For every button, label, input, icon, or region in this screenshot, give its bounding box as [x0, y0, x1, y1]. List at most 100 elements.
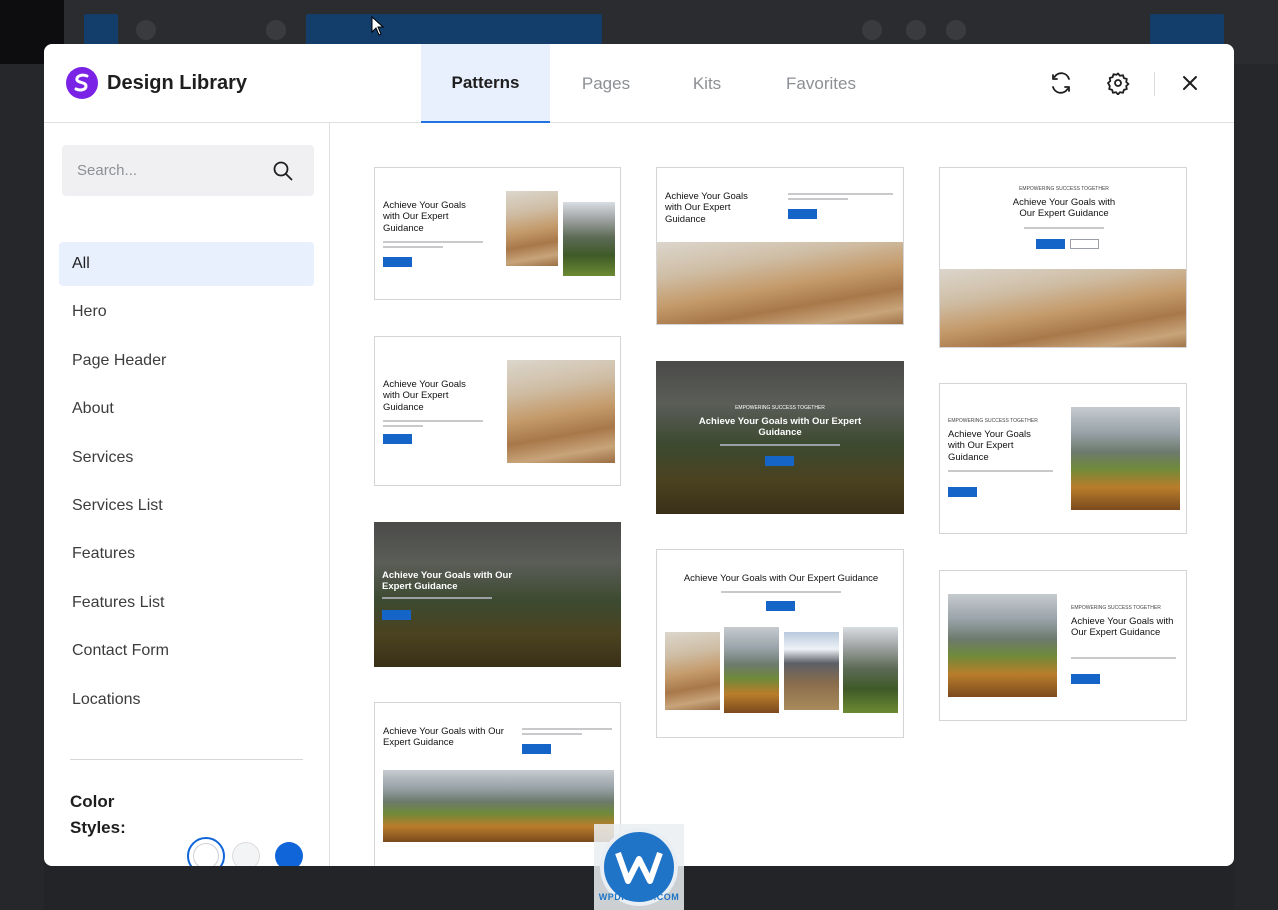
pattern-heading: Achieve Your Goals with Our Expert Guida…: [683, 573, 879, 584]
search-icon[interactable]: [272, 160, 294, 182]
pattern-heading: Achieve Your Goals with Our Expert Guida…: [383, 379, 466, 413]
mouse-cursor-icon: [371, 15, 385, 36]
rock-mountain-image: [843, 627, 898, 713]
editor-right-panel-backdrop: [1234, 64, 1278, 910]
pattern-body-line: [383, 241, 483, 243]
pattern-card[interactable]: Achieve Your Goals with Our Expert Guida…: [374, 702, 621, 866]
pattern-body-line: [522, 728, 612, 730]
pattern-heading: Achieve Your Goals with Our Expert Guida…: [382, 570, 513, 593]
pattern-button: [948, 487, 977, 497]
pattern-card[interactable]: EMPOWERING SUCCESS TOGETHER Achieve Your…: [939, 383, 1187, 534]
watermark-logo: WPDISTRIB.COM: [594, 824, 684, 910]
pattern-button: [382, 610, 411, 620]
mountain-image: [563, 202, 615, 276]
pattern-heading: Achieve Your Goals with Our Expert Guida…: [383, 200, 466, 234]
sidebar-divider: [70, 759, 303, 760]
category-hero[interactable]: Hero: [59, 290, 314, 334]
color-style-swatch-light[interactable]: [232, 842, 260, 866]
category-features[interactable]: Features: [59, 532, 314, 576]
modal-title: Design Library: [107, 72, 248, 94]
editor-tool-icon-backdrop: [862, 20, 882, 40]
desert-image: [665, 632, 720, 710]
pattern-heading: Achieve Your Goals with Our Expert Guida…: [665, 191, 748, 225]
search-input[interactable]: [62, 145, 262, 196]
color-style-swatch-white[interactable]: [187, 837, 225, 866]
refresh-icon[interactable]: [1048, 70, 1074, 96]
pattern-secondary-button: [1070, 239, 1099, 249]
editor-tool-icon-backdrop: [906, 20, 926, 40]
pattern-button: [766, 601, 795, 611]
pattern-body-line: [522, 733, 582, 735]
category-sidebar: All Hero Page Header About Services Serv…: [44, 123, 330, 866]
pattern-heading: Achieve Your Goals with Our Expert Guida…: [698, 416, 862, 439]
pattern-button: [1071, 674, 1100, 684]
pattern-button: [383, 257, 412, 267]
pattern-button: [383, 434, 412, 444]
pattern-heading: Achieve Your Goals with Our Expert Guida…: [383, 726, 504, 749]
close-icon[interactable]: [1177, 70, 1203, 96]
editor-add-button-backdrop: [84, 14, 118, 46]
category-all[interactable]: All: [59, 242, 314, 286]
color-style-swatch-blue[interactable]: [275, 842, 303, 866]
pattern-body-line: [948, 470, 1053, 472]
pattern-body-line: [383, 420, 483, 422]
pattern-card[interactable]: EMPOWERING SUCCESS TOGETHER Achieve Your…: [939, 570, 1187, 721]
pattern-body-line: [1024, 227, 1104, 229]
editor-tool-icon-backdrop: [266, 20, 286, 40]
pattern-card[interactable]: EMPOWERING SUCCESS TOGETHER Achieve Your…: [656, 361, 904, 514]
mountain-image: [724, 627, 779, 713]
editor-left-panel-backdrop: [0, 64, 44, 910]
pattern-kicker: EMPOWERING SUCCESS TOGETHER: [948, 418, 1038, 424]
search-box: [62, 145, 314, 196]
pattern-kicker: EMPOWERING SUCCESS TOGETHER: [735, 405, 825, 411]
pattern-body-line: [383, 246, 443, 248]
pattern-body-line: [788, 198, 848, 200]
pattern-body-line: [383, 425, 423, 427]
pattern-kicker: EMPOWERING SUCCESS TOGETHER: [1019, 186, 1109, 192]
editor-library-button-backdrop: [306, 14, 602, 46]
snow-peak-image: [784, 632, 839, 710]
forest-background-image: [374, 522, 621, 667]
pattern-body-line: [788, 193, 893, 195]
pattern-button: [522, 744, 551, 754]
tab-pages[interactable]: Pages: [550, 44, 662, 123]
category-features-list[interactable]: Features List: [59, 581, 314, 625]
pattern-heading: Achieve Your Goals with Our Expert Guida…: [1071, 616, 1174, 639]
pattern-heading: Achieve Your Goals with Our Expert Guida…: [948, 429, 1031, 463]
modal-header: Design Library Patterns Pages Kits Favor…: [44, 44, 1234, 123]
desert-image: [940, 269, 1186, 347]
desert-image: [506, 191, 558, 266]
category-list: All Hero Page Header About Services Serv…: [59, 242, 314, 726]
header-divider: [1154, 72, 1155, 96]
pattern-grid: Achieve Your Goals with Our Expert Guida…: [331, 124, 1234, 866]
desert-image: [507, 360, 615, 463]
editor-publish-button-backdrop: [1150, 14, 1224, 46]
pattern-button: [765, 456, 794, 466]
tab-kits[interactable]: Kits: [662, 44, 752, 123]
editor-tool-icon-backdrop: [136, 20, 156, 40]
category-locations[interactable]: Locations: [59, 678, 314, 722]
category-services-list[interactable]: Services List: [59, 484, 314, 528]
category-about[interactable]: About: [59, 387, 314, 431]
stackable-logo-icon: [66, 67, 98, 99]
mountain-image: [1071, 407, 1180, 510]
category-page-header[interactable]: Page Header: [59, 339, 314, 383]
color-styles-label: Color Styles:: [70, 792, 126, 837]
pattern-button: [1036, 239, 1065, 249]
pattern-card[interactable]: Achieve Your Goals with Our Expert Guida…: [374, 336, 621, 486]
pattern-card[interactable]: EMPOWERING SUCCESS TOGETHER Achieve Your…: [939, 167, 1187, 348]
category-contact-form[interactable]: Contact Form: [59, 629, 314, 673]
pattern-card[interactable]: Achieve Your Goals with Our Expert Guida…: [374, 522, 621, 667]
pattern-card[interactable]: Achieve Your Goals with Our Expert Guida…: [656, 549, 904, 738]
desert-image: [657, 242, 903, 324]
category-services[interactable]: Services: [59, 436, 314, 480]
tab-patterns[interactable]: Patterns: [421, 44, 550, 123]
pattern-card[interactable]: Achieve Your Goals with Our Expert Guida…: [656, 167, 904, 325]
tab-favorites[interactable]: Favorites: [752, 44, 890, 123]
pattern-body-line: [720, 444, 840, 446]
watermark-text: WPDISTRIB.COM: [598, 892, 680, 902]
design-library-modal: Design Library Patterns Pages Kits Favor…: [44, 44, 1234, 866]
pattern-card[interactable]: Achieve Your Goals with Our Expert Guida…: [374, 167, 621, 300]
pattern-body-line: [382, 597, 492, 599]
settings-icon[interactable]: [1105, 70, 1131, 96]
